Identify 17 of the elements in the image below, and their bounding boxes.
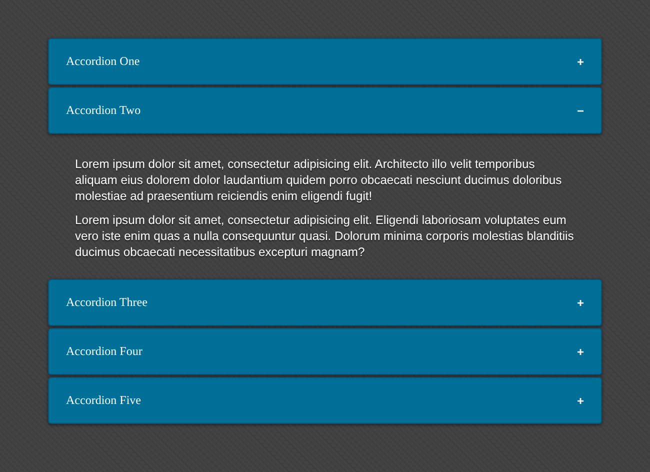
accordion-header[interactable]: Accordion Four + [48, 328, 602, 375]
toggle-sign: + [576, 344, 584, 358]
toggle-sign: + [576, 394, 584, 408]
accordion-header[interactable]: Accordion One + [48, 38, 602, 85]
toggle-sign: + [576, 296, 584, 310]
accordion-title: Accordion One [66, 54, 140, 69]
toggle-sign: + [576, 54, 584, 68]
accordion-header[interactable]: Accordion Two − [48, 87, 602, 134]
accordion-title: Accordion Four [66, 344, 142, 359]
accordion-title: Accordion Two [66, 103, 141, 118]
toggle-sign: − [576, 104, 584, 118]
accordion-title: Accordion Three [66, 295, 148, 310]
accordion-header[interactable]: Accordion Five + [48, 377, 602, 424]
accordion-title: Accordion Five [66, 393, 141, 408]
paragraph: Lorem ipsum dolor sit amet, consectetur adipisicing elit. Eligendi laboriosam voluptates eum vero iste enim quas a nulla consequuntur quasi. Dolorum minima corporis molestias blanditiis ducimus obcaecati necessitatibus excepturi magnam? [75, 212, 575, 260]
paragraph: Lorem ipsum dolor sit amet, consectetur adipisicing elit. Architecto illo velit temporibus aliquam eius dolorem dolor laudantium quidem porro obcaecati nesciunt ducimus doloribus molestiae ad praesentium reiciendis enim eligendi fugit! [75, 156, 563, 204]
accordion-header[interactable]: Accordion Three + [48, 279, 602, 326]
